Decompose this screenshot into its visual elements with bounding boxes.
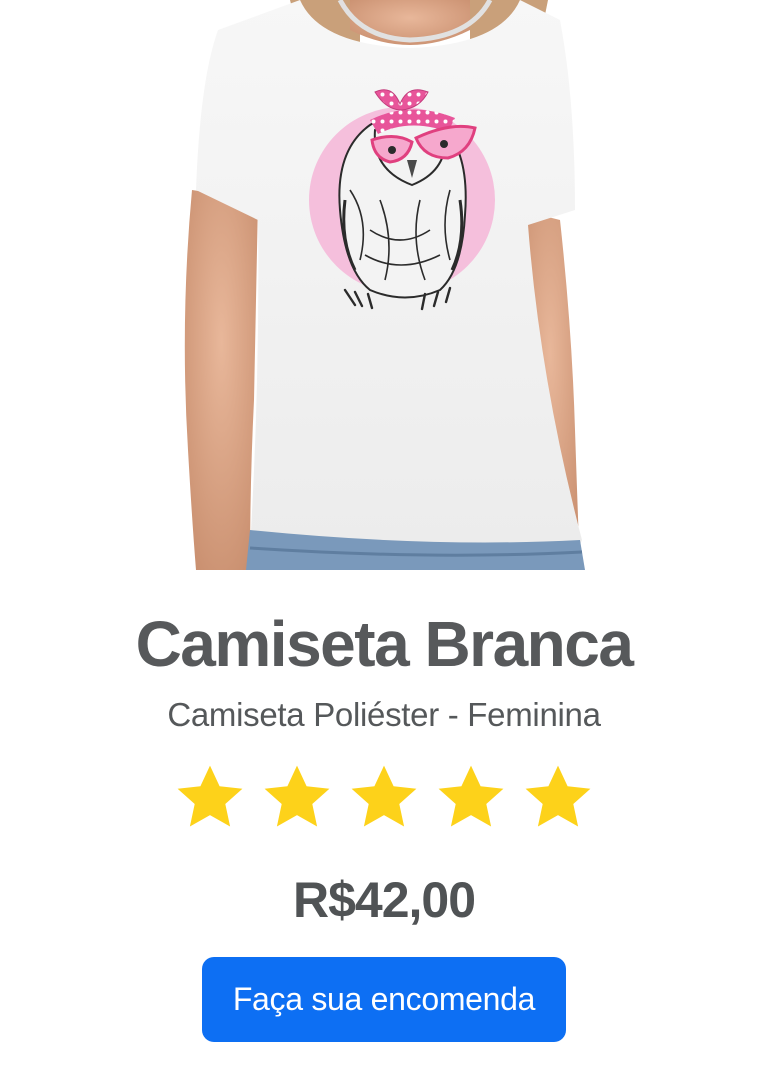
product-subtitle: Camiseta Poliéster - Feminina [167,696,601,733]
product-image [0,0,768,570]
star-icon [264,765,330,827]
star-icon [177,765,243,827]
product-price: R$42,00 [292,872,476,928]
product-title: Camiseta Branca [135,608,634,680]
order-button[interactable]: Faça sua encomenda [202,957,566,1042]
star-icon [351,765,417,827]
rating-stars [0,762,768,834]
star-icon [438,765,504,827]
star-icon [525,765,591,827]
